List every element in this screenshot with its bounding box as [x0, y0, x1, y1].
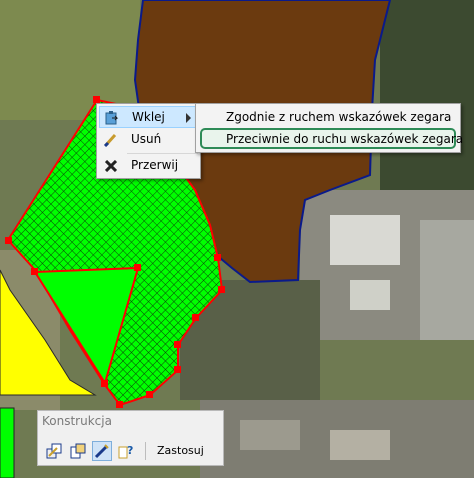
copy-tool-button[interactable] — [68, 441, 88, 461]
submenu-item-counterclockwise-label: Przeciwnie do ruchu wskazówek zegara — [226, 132, 464, 146]
snap-tool-icon — [46, 443, 62, 459]
menu-item-paste-label: Wklej — [132, 110, 165, 124]
submenu-item-clockwise-label: Zgodnie z ruchem wskazówek zegara — [226, 110, 452, 124]
panel-title: Konstrukcja — [42, 414, 112, 428]
menu-item-paste[interactable]: Wklej — [99, 106, 198, 128]
submenu: Zgodnie z ruchem wskazówek zegara Przeci… — [195, 103, 463, 153]
help-tool-icon: ? — [118, 444, 133, 459]
apply-button[interactable]: Zastosuj — [153, 442, 208, 460]
svg-text:?: ? — [127, 444, 133, 457]
cancel-icon — [103, 158, 119, 174]
context-menu: Wklej Usuń Przerwij — [96, 103, 201, 179]
menu-item-cancel-label: Przerwij — [131, 158, 179, 172]
menu-item-delete-label: Usuń — [131, 132, 162, 146]
submenu-item-counterclockwise[interactable]: Przeciwnie do ruchu wskazówek zegara — [200, 128, 463, 149]
help-tool-button[interactable]: ? — [116, 441, 136, 461]
edit-tool-icon — [94, 444, 109, 459]
edit-tool-button[interactable] — [92, 441, 112, 461]
menu-item-cancel[interactable]: Przerwij — [99, 155, 198, 177]
copy-tool-icon — [70, 443, 86, 459]
paste-icon — [104, 110, 120, 126]
submenu-item-clockwise[interactable]: Zgodnie z ruchem wskazówek zegara — [200, 107, 456, 127]
map-canvas[interactable] — [0, 0, 474, 478]
snap-tool-button[interactable] — [44, 441, 64, 461]
construction-panel: Konstrukcja ? Zastosuj — [37, 410, 224, 466]
toolbar-separator — [145, 442, 146, 460]
menu-separator — [127, 153, 198, 154]
submenu-arrow-icon — [186, 113, 191, 123]
menu-item-delete[interactable]: Usuń — [99, 129, 198, 151]
delete-icon — [103, 132, 119, 148]
panel-toolbar: ? Zastosuj — [41, 439, 222, 463]
